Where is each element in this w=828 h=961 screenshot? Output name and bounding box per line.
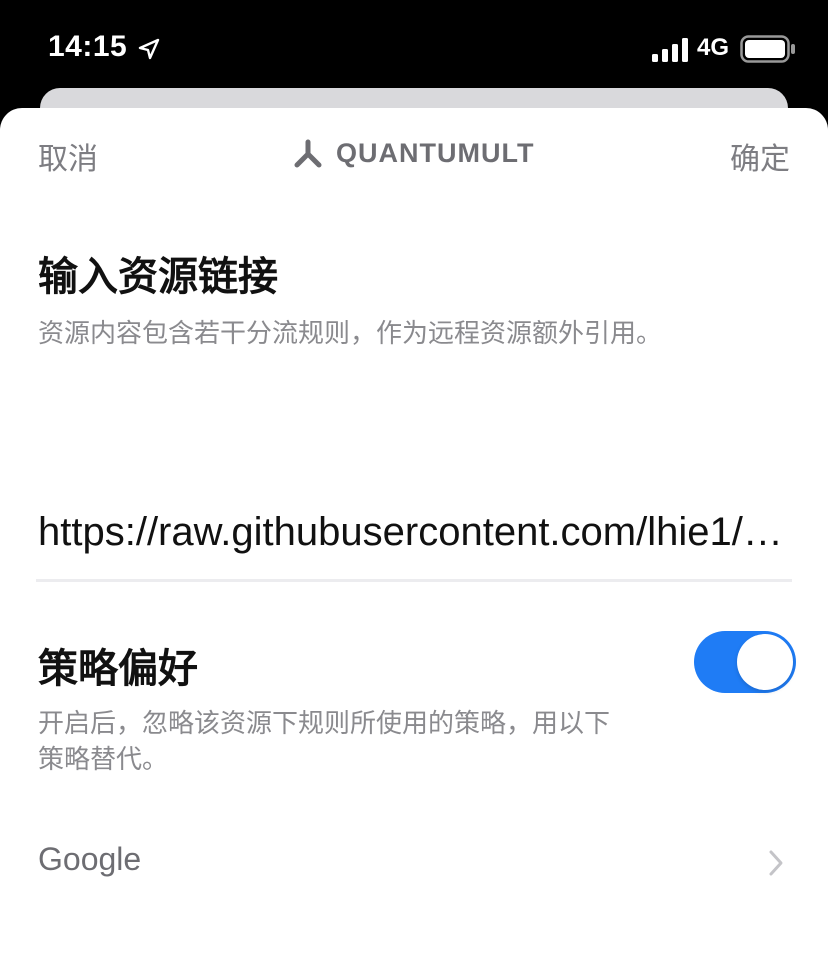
toggle-knob (737, 634, 793, 690)
quantumult-logo-icon (294, 139, 322, 167)
resource-url-input[interactable]: https://raw.githubusercontent.com/lhie1/… (38, 510, 790, 555)
cancel-button[interactable]: 取消 (38, 134, 98, 178)
url-input-divider (36, 579, 792, 582)
cellular-signal-icon (652, 38, 688, 62)
chevron-right-icon (769, 850, 783, 876)
policy-select-row[interactable]: Google (0, 823, 828, 903)
policy-preference-title: 策略偏好 (38, 646, 198, 692)
confirm-button[interactable]: 确定 (730, 134, 790, 178)
policy-preference-description-line1: 开启后，忽略该资源下规则所使用的策略，用以下 (38, 709, 611, 739)
status-bar: 14:15 4G (0, 0, 828, 100)
policy-preference-description-line2: 策略替代。 (38, 745, 169, 775)
screen: 14:15 4G 取消 QUANTUMULT 确定 输入资源链接 资源内容包含若… (0, 0, 828, 961)
battery-icon (740, 35, 795, 63)
location-arrow-icon (138, 38, 160, 60)
policy-preference-toggle[interactable] (694, 631, 796, 693)
brand-name: QUANTUMULT (336, 138, 535, 168)
resource-link-title: 输入资源链接 (38, 254, 278, 300)
brand-header: QUANTUMULT (292, 138, 534, 169)
resource-link-description: 资源内容包含若干分流规则，作为远程资源额外引用。 (38, 319, 663, 349)
add-resource-sheet: 取消 QUANTUMULT 确定 输入资源链接 资源内容包含若干分流规则，作为远… (0, 108, 828, 961)
selected-policy-label: Google (38, 841, 142, 877)
network-type-label: 4G (697, 34, 730, 61)
status-time: 14:15 (48, 30, 128, 63)
